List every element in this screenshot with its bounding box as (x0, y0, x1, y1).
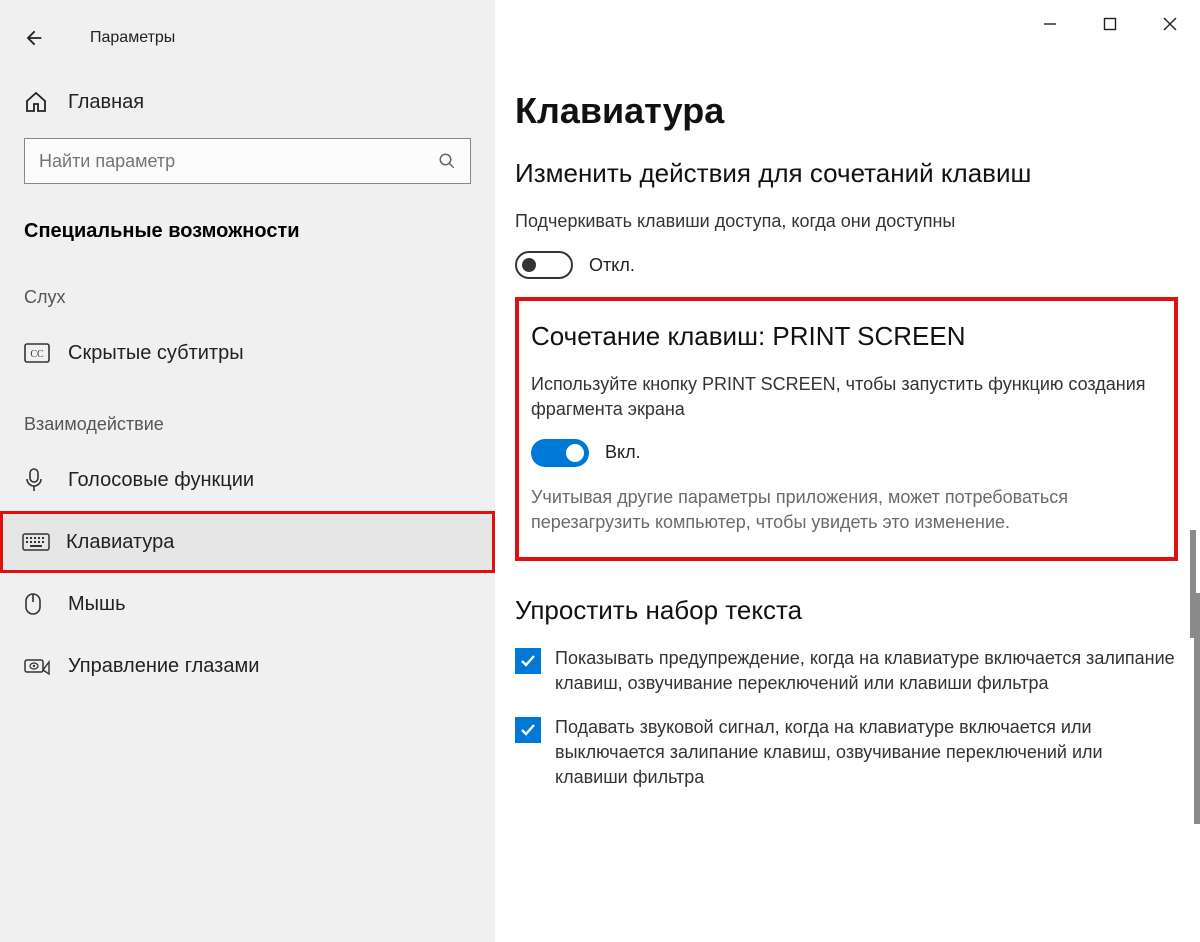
maximize-icon (1103, 17, 1117, 31)
page-title: Клавиатура (515, 90, 1178, 132)
keyboard-icon (22, 533, 52, 551)
sidebar-item-label: Голосовые функции (68, 469, 254, 492)
sidebar-group-interaction: Взаимодействие (0, 384, 495, 449)
sidebar-item-eye-control[interactable]: Управление глазами (0, 635, 495, 697)
check-icon (519, 652, 537, 670)
checkbox-play-sound[interactable] (515, 717, 541, 743)
sidebar-section-heading: Специальные возможности (0, 206, 495, 257)
checkbox-show-warning-label: Показывать предупреждение, когда на клав… (555, 646, 1175, 696)
section-shortcut-actions-title: Изменить действия для сочетаний клавиш (515, 158, 1178, 189)
minimize-icon (1043, 17, 1057, 31)
sidebar-item-mouse[interactable]: Мышь (0, 573, 495, 635)
minimize-button[interactable] (1020, 4, 1080, 44)
home-icon (24, 90, 54, 114)
toggle-underline-access-keys-row: Откл. (515, 251, 1178, 279)
back-button[interactable] (14, 18, 54, 58)
window-controls (1020, 4, 1200, 44)
sidebar-item-home[interactable]: Главная (0, 78, 495, 126)
sidebar-item-label: Мышь (68, 593, 126, 616)
print-screen-desc: Используйте кнопку PRINT SCREEN, чтобы з… (531, 372, 1158, 421)
section-print-screen-title: Сочетание клавиш: PRINT SCREEN (531, 321, 1158, 352)
close-button[interactable] (1140, 4, 1200, 44)
toggle-print-screen-state: Вкл. (605, 442, 641, 463)
print-screen-note: Учитывая другие параметры приложения, мо… (531, 485, 1158, 535)
window-title: Параметры (90, 29, 175, 47)
close-icon (1163, 17, 1177, 31)
checkbox-show-warning-row: Показывать предупреждение, когда на клав… (515, 646, 1178, 696)
sidebar-item-label: Скрытые субтитры (68, 342, 244, 365)
microphone-icon (24, 468, 54, 492)
checkbox-play-sound-row: Подавать звуковой сигнал, когда на клави… (515, 715, 1178, 791)
sidebar-item-label: Управление глазами (68, 655, 259, 678)
sidebar-item-keyboard[interactable]: Клавиатура (0, 511, 495, 573)
section-simplify-typing-title: Упростить набор текста (515, 595, 1178, 626)
sidebar-item-speech[interactable]: Голосовые функции (0, 449, 495, 511)
toggle-underline-state: Откл. (589, 255, 635, 276)
content-area: Клавиатура Изменить действия для сочетан… (495, 0, 1200, 942)
mouse-icon (24, 592, 54, 616)
sidebar-home-label: Главная (68, 91, 144, 114)
toggle-print-screen[interactable] (531, 439, 589, 467)
check-icon (519, 721, 537, 739)
content-scrollbar[interactable] (1190, 530, 1196, 638)
checkbox-show-warning[interactable] (515, 648, 541, 674)
closed-captions-icon: CC (24, 343, 54, 363)
svg-text:CC: CC (30, 349, 44, 360)
arrow-left-icon (23, 27, 45, 49)
maximize-button[interactable] (1080, 4, 1140, 44)
checkbox-play-sound-label: Подавать звуковой сигнал, когда на клави… (555, 715, 1175, 791)
eye-control-icon (24, 656, 54, 676)
sidebar: Параметры Главная Специальные возможност… (0, 0, 495, 942)
sidebar-group-hearing: Слух (0, 257, 495, 322)
underline-access-keys-desc: Подчеркивать клавиши доступа, когда они … (515, 209, 1178, 233)
titlebar: Параметры (0, 10, 495, 78)
toggle-print-screen-row: Вкл. (531, 439, 1158, 467)
sidebar-item-label: Клавиатура (66, 531, 174, 554)
search-input[interactable] (39, 151, 438, 172)
toggle-underline-access-keys[interactable] (515, 251, 573, 279)
search-box[interactable] (24, 138, 471, 184)
search-icon (438, 152, 456, 170)
sidebar-item-closed-captions[interactable]: CC Скрытые субтитры (0, 322, 495, 384)
print-screen-highlight-box: Сочетание клавиш: PRINT SCREEN Используй… (515, 297, 1178, 561)
